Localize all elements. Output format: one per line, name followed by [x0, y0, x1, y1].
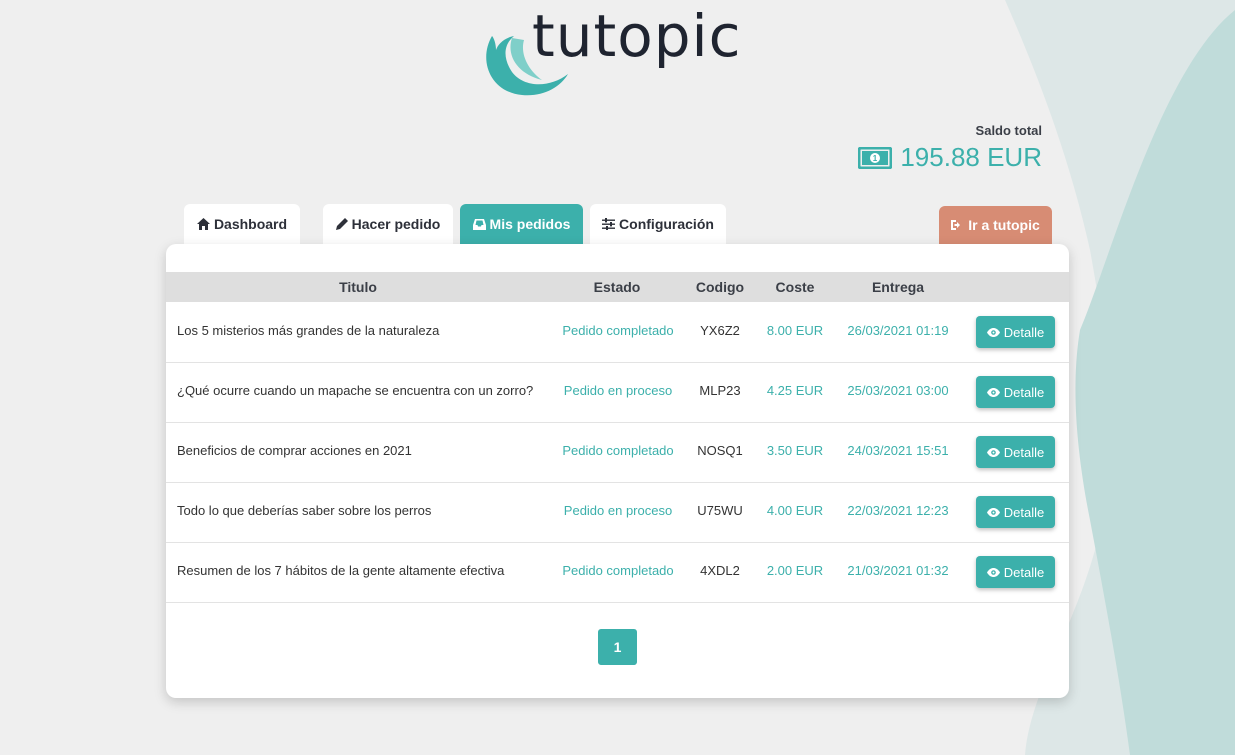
row-title: Todo lo que deberías saber sobre los per…	[177, 503, 432, 518]
balance-panel: Saldo total 1 195.88 EUR	[858, 123, 1042, 173]
detalle-label: Detalle	[1003, 324, 1045, 340]
row-title: Resumen de los 7 hábitos de la gente alt…	[177, 563, 505, 578]
table-row: Todo lo que deberías saber sobre los per…	[166, 482, 1069, 543]
row-delivery: 26/03/2021 01:19	[847, 323, 949, 338]
table-row: Beneficios de comprar acciones en 2021 P…	[166, 422, 1069, 483]
header-codigo: Codigo	[695, 279, 745, 295]
detalle-label: Detalle	[1003, 444, 1045, 460]
detalle-label: Detalle	[1003, 384, 1045, 400]
row-cost: 3.50 EUR	[766, 443, 824, 458]
row-status: Pedido completado	[562, 443, 674, 458]
orders-card: Titulo Estado Codigo Coste Entrega Los 5…	[166, 244, 1069, 698]
eye-icon	[986, 447, 1000, 457]
svg-text:1: 1	[873, 154, 878, 163]
logo-text: tutopic	[532, 2, 742, 70]
table-row: Resumen de los 7 hábitos de la gente alt…	[166, 542, 1069, 603]
row-delivery: 22/03/2021 12:23	[847, 503, 949, 518]
detalle-button[interactable]: Detalle	[976, 496, 1055, 528]
table-header: Titulo Estado Codigo Coste Entrega	[166, 272, 1069, 302]
row-code: YX6Z2	[700, 323, 740, 338]
tab-dashboard[interactable]: Dashboard	[184, 204, 300, 244]
home-icon	[196, 218, 210, 230]
row-status: Pedido completado	[562, 323, 674, 338]
row-title: Beneficios de comprar acciones en 2021	[177, 443, 412, 458]
detalle-button[interactable]: Detalle	[976, 436, 1055, 468]
sliders-icon	[602, 218, 616, 230]
pagination-page-1[interactable]: 1	[598, 629, 637, 665]
row-delivery: 25/03/2021 03:00	[847, 383, 949, 398]
eye-icon	[986, 387, 1000, 397]
row-title: Los 5 misterios más grandes de la natura…	[177, 323, 440, 338]
tab-label: Configuración	[619, 216, 714, 232]
row-cost: 8.00 EUR	[766, 323, 824, 338]
detalle-button[interactable]: Detalle	[976, 556, 1055, 588]
ir-a-tutopic-label: Ir a tutopic	[968, 217, 1040, 233]
detalle-label: Detalle	[1003, 564, 1045, 580]
table-row: Los 5 misterios más grandes de la natura…	[166, 302, 1069, 363]
eye-icon	[986, 327, 1000, 337]
tab-configuracion[interactable]: Configuración	[590, 204, 726, 244]
sign-out-icon	[951, 220, 961, 230]
tutopic-logo: tutopic	[484, 2, 784, 100]
row-title: ¿Qué ocurre cuando un mapache se encuent…	[177, 383, 534, 398]
ir-a-tutopic-button[interactable]: Ir a tutopic	[939, 206, 1052, 244]
row-code: U75WU	[697, 503, 743, 518]
tab-hacer-pedido[interactable]: Hacer pedido	[323, 204, 453, 244]
row-status: Pedido completado	[562, 563, 674, 578]
header-coste: Coste	[775, 279, 815, 295]
table-row: ¿Qué ocurre cuando un mapache se encuent…	[166, 362, 1069, 423]
row-code: NOSQ1	[697, 443, 743, 458]
row-status: Pedido en proceso	[563, 503, 673, 518]
balance-label: Saldo total	[975, 123, 1042, 138]
money-bill-icon: 1	[858, 146, 893, 169]
row-code: 4XDL2	[700, 563, 740, 578]
row-cost: 4.25 EUR	[766, 383, 824, 398]
tab-label: Dashboard	[213, 216, 288, 232]
tab-label: Mis pedidos	[489, 216, 571, 232]
inbox-icon	[472, 218, 486, 230]
row-status: Pedido en proceso	[563, 383, 673, 398]
detalle-button[interactable]: Detalle	[976, 376, 1055, 408]
row-code: MLP23	[699, 383, 741, 398]
eye-icon	[986, 507, 1000, 517]
tab-mis-pedidos[interactable]: Mis pedidos	[460, 204, 583, 244]
pencil-icon	[335, 218, 348, 230]
header-entrega: Entrega	[871, 279, 925, 295]
detalle-button[interactable]: Detalle	[976, 316, 1055, 348]
row-cost: 4.00 EUR	[766, 503, 824, 518]
tab-label: Hacer pedido	[351, 216, 441, 232]
detalle-label: Detalle	[1003, 504, 1045, 520]
eye-icon	[986, 567, 1000, 577]
header-titulo: Titulo	[339, 279, 377, 295]
balance-amount: 195.88 EUR	[900, 142, 1042, 172]
row-cost: 2.00 EUR	[766, 563, 824, 578]
row-delivery: 21/03/2021 01:32	[847, 563, 949, 578]
header-estado: Estado	[593, 279, 641, 295]
row-delivery: 24/03/2021 15:51	[847, 443, 949, 458]
